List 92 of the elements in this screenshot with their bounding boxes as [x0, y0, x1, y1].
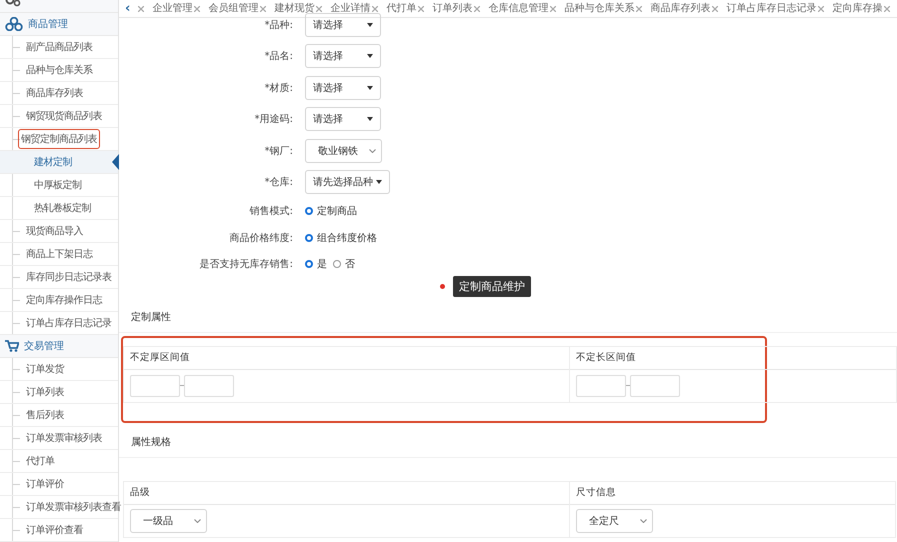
section-title: 定制属性	[119, 302, 897, 332]
dropdown[interactable]: 请选择	[305, 12, 381, 37]
sidebar-item[interactable]: 售后列表	[23, 405, 67, 425]
tab[interactable]: 会员组管理	[208, 2, 266, 16]
sidebar-item[interactable]: 代打单	[23, 451, 58, 471]
caret-icon	[376, 180, 382, 184]
sidebar-item[interactable]: 订单评价	[23, 474, 67, 494]
tab-close-icon[interactable]	[138, 4, 144, 12]
cubes-icon	[5, 17, 23, 31]
dropdown[interactable]: 请选择	[305, 107, 381, 132]
sidebar-item[interactable]: 副产品商品列表	[23, 37, 96, 57]
sidebar-item[interactable]: 钢贸定制商品列表	[18, 129, 100, 149]
back-arrow[interactable]: ‹	[125, 2, 130, 16]
field-label: *品种:	[264, 18, 293, 32]
field-label: *仓库:	[264, 176, 293, 190]
sidebar-item[interactable]: 订单评价查看	[23, 520, 86, 540]
sidebar-item[interactable]: 中厚板定制	[31, 175, 84, 195]
input-field[interactable]	[630, 374, 680, 396]
field-label: *品名:	[264, 50, 293, 64]
chevron-icon	[640, 518, 647, 522]
column-header: 不定厚区间值	[124, 346, 569, 370]
select-field[interactable]: 全定尺	[576, 508, 653, 532]
sidebar-item[interactable]: 商品上下架日志	[23, 244, 96, 264]
section-title: 属性规格	[119, 426, 897, 458]
dot-marker-icon	[440, 284, 445, 289]
close-icon[interactable]	[418, 6, 424, 12]
field-label: 销售模式:	[248, 204, 293, 218]
sidebar-item[interactable]: 品种与仓库关系	[23, 60, 96, 80]
caret-icon	[367, 22, 373, 27]
input-field[interactable]	[576, 374, 626, 396]
input-field[interactable]	[130, 374, 180, 396]
tab[interactable]: 商品库存列表	[650, 2, 718, 16]
dropdown[interactable]: 请先选择品种	[305, 170, 390, 194]
input-field[interactable]	[184, 374, 234, 396]
caret-icon	[367, 117, 373, 122]
close-icon[interactable]	[474, 6, 480, 12]
dropdown[interactable]: 请选择	[305, 76, 381, 100]
tab[interactable]: 企业详情	[330, 2, 378, 16]
close-icon[interactable]	[818, 6, 824, 12]
close-icon[interactable]	[194, 6, 200, 12]
field-label: *钢厂:	[264, 144, 293, 158]
chevron-icon	[194, 518, 201, 522]
radio-label: 定制商品	[317, 204, 357, 218]
field-label: *用途码:	[254, 113, 293, 126]
chevron-icon	[369, 148, 376, 153]
caret-icon	[367, 54, 373, 58]
close-icon[interactable]	[712, 6, 718, 12]
sidebar-item[interactable]: 定向库存操作日志	[23, 290, 105, 310]
dropdown[interactable]: 请选择	[305, 44, 381, 68]
field-label: *材质:	[264, 82, 293, 95]
column-header: 尺寸信息	[570, 482, 895, 504]
sidebar-item[interactable]: 库存同步日志记录表	[23, 267, 114, 287]
sidebar-item[interactable]: 商品库存列表	[23, 83, 86, 103]
radio-button[interactable]	[305, 260, 313, 268]
close-icon[interactable]	[316, 6, 322, 12]
sidebar-item[interactable]: 现货商品导入	[23, 221, 86, 241]
radio-label: 否	[345, 258, 355, 272]
column-header: 不定长区间值	[570, 346, 896, 370]
tooltip: 定制商品维护	[453, 276, 531, 297]
select-field[interactable]: 一级品	[130, 508, 207, 532]
tab[interactable]: 订单占库存日志记录	[726, 2, 824, 16]
tab[interactable]: 品种与仓库关系	[564, 2, 642, 16]
tab[interactable]: 企业管理	[152, 2, 200, 16]
field-label: 商品价格纬度:	[228, 232, 293, 245]
radio-button[interactable]	[333, 260, 341, 268]
close-icon[interactable]	[550, 6, 556, 12]
sidebar-item[interactable]: 订单占库存日志记录	[23, 313, 114, 333]
tab[interactable]: 代打单	[386, 2, 424, 16]
field-label: 是否支持无库存销售:	[198, 258, 293, 272]
sidebar-item[interactable]: 订单发票审核列表	[23, 428, 105, 448]
tab[interactable]: 仓库信息管理	[488, 2, 556, 16]
tab[interactable]: 定向库存操	[832, 2, 890, 16]
sidebar-item[interactable]: 订单发票审核列表查看	[23, 497, 124, 517]
close-icon[interactable]	[636, 6, 642, 12]
select-field[interactable]: 敬业钢铁	[305, 138, 382, 163]
sidebar-item[interactable]: 热轧卷板定制	[31, 198, 94, 218]
radio-label: 组合纬度价格	[317, 232, 377, 245]
radio-button[interactable]	[305, 207, 313, 216]
column-header: 品级	[124, 482, 569, 504]
close-icon[interactable]	[372, 6, 378, 12]
cart-icon	[5, 340, 19, 352]
close-icon[interactable]	[884, 6, 890, 12]
sidebar-item[interactable]: 钢贸现货商品列表	[23, 106, 105, 126]
tab[interactable]: 建材现货	[274, 2, 322, 16]
radio-button[interactable]	[305, 234, 313, 242]
sidebar-item[interactable]: 订单发货	[23, 359, 67, 379]
radio-label: 是	[317, 258, 327, 272]
caret-icon	[367, 86, 373, 90]
sidebar-item[interactable]: 订单列表	[23, 382, 67, 402]
close-icon[interactable]	[260, 6, 266, 12]
tab[interactable]: 订单列表	[432, 2, 480, 16]
pointer-triangle-icon	[112, 154, 119, 170]
